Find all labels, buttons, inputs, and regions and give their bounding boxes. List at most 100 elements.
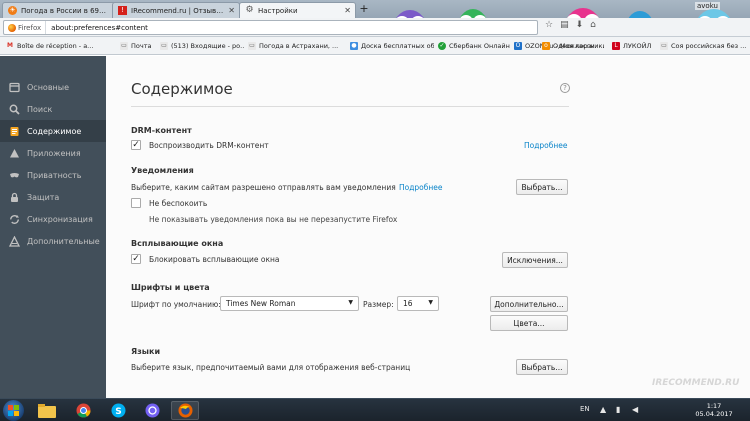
input-language-indicator[interactable]: EN <box>580 405 590 413</box>
bookmark-item[interactable]: ● Доска бесплатных об... <box>350 40 434 52</box>
notifications-choose-button[interactable]: Выбрать... <box>516 179 568 195</box>
bookmark-item[interactable]: ▭ Соя российская без ... <box>660 40 748 52</box>
odnoklassniki-icon: o <box>542 42 550 50</box>
star-icon[interactable]: ☆ <box>545 20 553 30</box>
checkmark-icon: ✓ <box>132 140 140 150</box>
viber-icon <box>145 403 159 418</box>
explorer-taskbar-button[interactable] <box>33 401 61 420</box>
network-icon[interactable]: ▮ <box>616 405 620 414</box>
popups-heading: Всплывающие окна <box>131 239 224 248</box>
volume-icon[interactable]: ◀ <box>632 405 638 414</box>
reading-list-icon[interactable]: ▤ <box>560 20 569 30</box>
bookmark-item[interactable]: L ЛУКОЙЛ <box>612 40 656 52</box>
font-size-label: Размер: <box>363 300 394 309</box>
sidebar-item-advanced[interactable]: Дополнительные <box>0 230 106 252</box>
general-icon <box>9 82 20 93</box>
page-icon: ▭ <box>160 42 168 50</box>
languages-heading: Языки <box>131 347 161 356</box>
navigation-toolbar: Firefox about:preferences#content ☆ ▤ ⬇ … <box>0 18 750 37</box>
sidebar-item-sync[interactable]: Синхронизация <box>0 208 106 230</box>
viber-taskbar-button[interactable] <box>138 401 166 420</box>
popup-exceptions-button[interactable]: Исключения... <box>502 252 568 268</box>
url-bar[interactable]: Firefox about:preferences#content <box>3 20 538 35</box>
bookmark-item[interactable]: ▭ Почта <box>120 40 156 52</box>
taskbar-clock[interactable]: 1:17 05.04.2017 <box>694 402 734 418</box>
bookmark-item[interactable]: ▭ (513) Входящие - ро... <box>160 40 244 52</box>
search-icon <box>9 104 20 115</box>
sidebar-item-content[interactable]: Содержимое <box>0 120 106 142</box>
drm-checkbox[interactable]: ✓ <box>131 140 141 150</box>
fonts-heading: Шрифты и цвета <box>131 283 210 292</box>
block-popups-checkbox[interactable]: ✓ <box>131 254 141 264</box>
default-font-select[interactable]: Times New Roman ▼ <box>220 296 359 311</box>
download-icon[interactable]: ⬇ <box>576 20 584 30</box>
close-tab-icon[interactable]: ✕ <box>228 6 235 15</box>
page-icon: ▭ <box>248 42 256 50</box>
skype-taskbar-button[interactable]: S <box>104 401 132 420</box>
tray-expand-icon[interactable]: ▲ <box>600 405 606 414</box>
languages-description: Выберите язык, предпочитаемый вами для о… <box>131 363 411 372</box>
bookmark-item[interactable]: ✓ Сбербанк Онлайн <box>438 40 510 52</box>
dropdown-arrow-icon: ▼ <box>348 299 353 306</box>
chrome-taskbar-button[interactable] <box>69 401 97 420</box>
new-tab-button[interactable]: + <box>357 2 371 15</box>
page-title: Содержимое <box>131 80 233 98</box>
notifications-learn-more-link[interactable]: Подробнее <box>399 183 443 192</box>
sberbank-icon: ✓ <box>438 42 446 50</box>
fonts-advanced-button[interactable]: Дополнительно... <box>490 296 568 312</box>
chrome-icon <box>76 403 90 418</box>
tab-settings[interactable]: ⚙ Настройки ✕ <box>239 2 356 18</box>
preferences-sidebar: Основные Поиск Содержимое Приложения При… <box>0 56 106 398</box>
bookmark-item[interactable]: M Boîte de réception - a... <box>6 40 116 52</box>
gmail-icon: M <box>7 42 13 49</box>
window-user-label: avoku <box>695 2 720 10</box>
bookmark-item[interactable]: ▭ Погода в Астрахани, ... <box>248 40 346 52</box>
start-button[interactable] <box>3 400 24 421</box>
checkmark-icon: ✓ <box>132 254 140 264</box>
default-font-label: Шрифт по умолчанию: <box>131 300 221 309</box>
identity-label: Firefox <box>18 23 42 32</box>
dropdown-arrow-icon: ▼ <box>428 299 433 306</box>
bookmark-item[interactable]: o Одноклассники <box>542 40 604 52</box>
url-text[interactable]: about:preferences#content <box>46 24 148 32</box>
content-icon <box>9 126 20 137</box>
tab-title: Настройки <box>258 6 298 15</box>
sidebar-item-applications[interactable]: Приложения <box>0 142 106 164</box>
close-tab-icon[interactable]: ✕ <box>344 6 351 15</box>
tab-title: Погода в России в 69 498 ... <box>21 6 107 15</box>
clock-time: 1:17 <box>706 402 722 410</box>
applications-icon <box>9 148 20 159</box>
home-icon[interactable]: ⌂ <box>590 20 596 30</box>
do-not-disturb-label: Не беспокоить <box>149 199 208 208</box>
do-not-disturb-hint: Не показывать уведомления пока вы не пер… <box>149 215 398 224</box>
bookmarks-toolbar: M Boîte de réception - a... ▭ Почта ▭ (5… <box>0 37 750 55</box>
drm-checkbox-label: Воспроизводить DRM-контент <box>149 141 269 150</box>
tab-title: IRecommend.ru | Отзывы ... <box>131 6 225 15</box>
firefox-icon <box>178 403 192 418</box>
font-size-select[interactable]: 16 ▼ <box>397 296 439 311</box>
sidebar-item-privacy[interactable]: Приватность <box>0 164 106 186</box>
colors-button[interactable]: Цвета... <box>490 315 568 331</box>
lukoil-icon: L <box>612 42 620 50</box>
privacy-icon <box>9 170 20 181</box>
sidebar-item-general[interactable]: Основные <box>0 76 106 98</box>
drm-learn-more-link[interactable]: Подробнее <box>524 141 568 150</box>
firefox-logo-icon <box>8 23 16 32</box>
identity-box[interactable]: Firefox <box>4 21 47 34</box>
languages-choose-button[interactable]: Выбрать... <box>516 359 568 375</box>
do-not-disturb-checkbox[interactable] <box>131 198 141 208</box>
help-icon[interactable]: ? <box>560 83 570 93</box>
firefox-taskbar-button[interactable] <box>171 401 199 420</box>
drm-heading: DRM-контент <box>131 126 192 135</box>
preferences-content: Содержимое ? DRM-контент ✓ Воспроизводит… <box>106 56 750 398</box>
sidebar-item-search[interactable]: Поиск <box>0 98 106 120</box>
tab-irecommend[interactable]: ! IRecommend.ru | Отзывы ... ✕ <box>112 2 240 18</box>
tab-strip: ☀ Погода в России в 69 498 ... ✕ ! IReco… <box>0 0 750 18</box>
tab-weather[interactable]: ☀ Погода в России в 69 498 ... ✕ <box>2 2 123 18</box>
sidebar-item-security[interactable]: Защита <box>0 186 106 208</box>
sync-icon <box>9 214 20 225</box>
svg-text:S: S <box>115 407 121 417</box>
skype-icon: S <box>111 403 125 418</box>
irecommend-favicon-icon: ! <box>118 6 127 15</box>
irecommend-watermark: IRECOMMEND.RU <box>652 378 740 388</box>
